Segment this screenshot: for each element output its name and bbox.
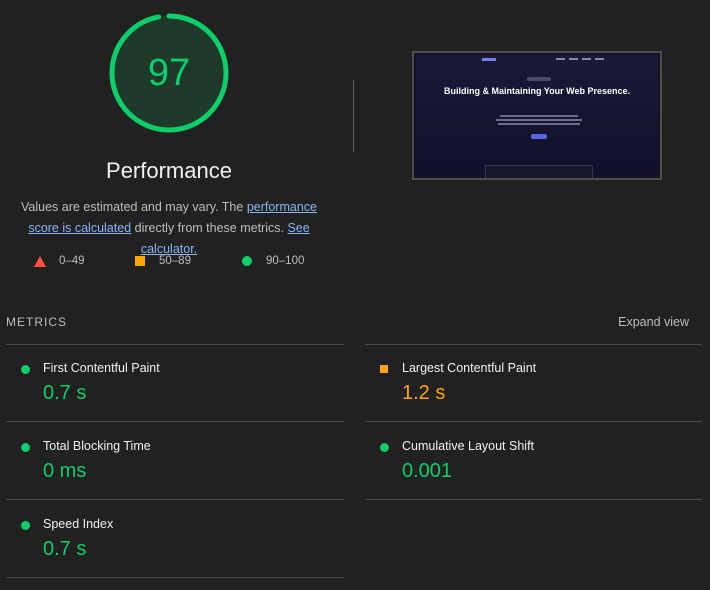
vertical-divider: [353, 80, 354, 152]
score-description: Values are estimated and may vary. The p…: [6, 197, 332, 260]
legend-label-good: 90–100: [266, 255, 305, 267]
metrics-divider-left: [6, 499, 344, 500]
screenshot-text-line: [498, 123, 580, 125]
metric-name: Largest Contentful Paint: [402, 361, 537, 375]
final-screenshot[interactable]: Building & Maintaining Your Web Presence…: [412, 51, 662, 180]
screenshot-text-line: [496, 119, 582, 121]
metrics-divider-left: [6, 421, 344, 422]
green-circle-icon: [21, 365, 30, 374]
screenshot-cta-button: [531, 134, 547, 139]
metric-total-blocking-time: Total Blocking Time 0 ms: [6, 428, 326, 498]
performance-score-gauge: 97: [108, 12, 230, 134]
screenshot-logo: [482, 58, 496, 61]
orange-square-icon: [380, 365, 388, 373]
metric-speed-index: Speed Index 0.7 s: [6, 506, 326, 576]
metric-name: Cumulative Layout Shift: [402, 439, 535, 453]
green-circle-icon: [21, 521, 30, 530]
category-title: Performance: [106, 158, 232, 183]
screenshot-text-line: [500, 115, 578, 117]
metric-name: Speed Index: [43, 517, 114, 531]
legend-item-poor: 0–49: [34, 255, 85, 267]
metric-name: Total Blocking Time: [43, 439, 151, 453]
legend-label-poor: 0–49: [59, 255, 85, 267]
metric-name: First Contentful Paint: [43, 361, 160, 375]
metric-cumulative-layout-shift: Cumulative Layout Shift 0.001: [365, 428, 685, 498]
green-circle-icon: [242, 256, 252, 266]
metric-largest-contentful-paint: Largest Contentful Paint 1.2 s: [365, 350, 685, 420]
metric-value: 1.2 s: [402, 382, 446, 404]
metric-value: 0 ms: [43, 460, 87, 482]
green-circle-icon: [380, 443, 389, 452]
legend-item-average: 50–89: [135, 255, 191, 267]
description-text-middle: directly from these metrics.: [131, 221, 288, 235]
legend-item-good: 90–100: [242, 255, 304, 267]
score-legend: 0–49 50–89 90–100: [0, 255, 340, 269]
metric-value: 0.7 s: [43, 382, 87, 404]
metrics-heading: METRICS: [6, 315, 67, 329]
screenshot-badge: [527, 77, 551, 81]
metric-value: 0.7 s: [43, 538, 87, 560]
screenshot-nav-links: [556, 58, 604, 60]
metrics-divider-right: [365, 421, 702, 422]
screenshot-nav: [416, 55, 658, 65]
expand-view-toggle[interactable]: Expand view: [618, 315, 689, 329]
metrics-divider-right: [365, 344, 702, 345]
score-value: 97: [147, 51, 191, 94]
red-triangle-icon: [34, 255, 46, 267]
metric-first-contentful-paint: First Contentful Paint 0.7 s: [6, 350, 326, 420]
metrics-divider-left: [6, 344, 344, 345]
metric-value: 0.001: [402, 460, 453, 482]
metrics-divider-left: [6, 577, 344, 578]
screenshot-headline: Building & Maintaining Your Web Presence…: [443, 86, 631, 96]
orange-square-icon: [135, 256, 145, 266]
green-circle-icon: [21, 443, 30, 452]
metrics-divider-right: [365, 499, 702, 500]
screenshot-page: Building & Maintaining Your Web Presence…: [416, 55, 658, 178]
description-text-start: Values are estimated and may vary. The: [21, 200, 247, 214]
legend-label-average: 50–89: [159, 255, 191, 267]
screenshot-card: [485, 165, 593, 178]
